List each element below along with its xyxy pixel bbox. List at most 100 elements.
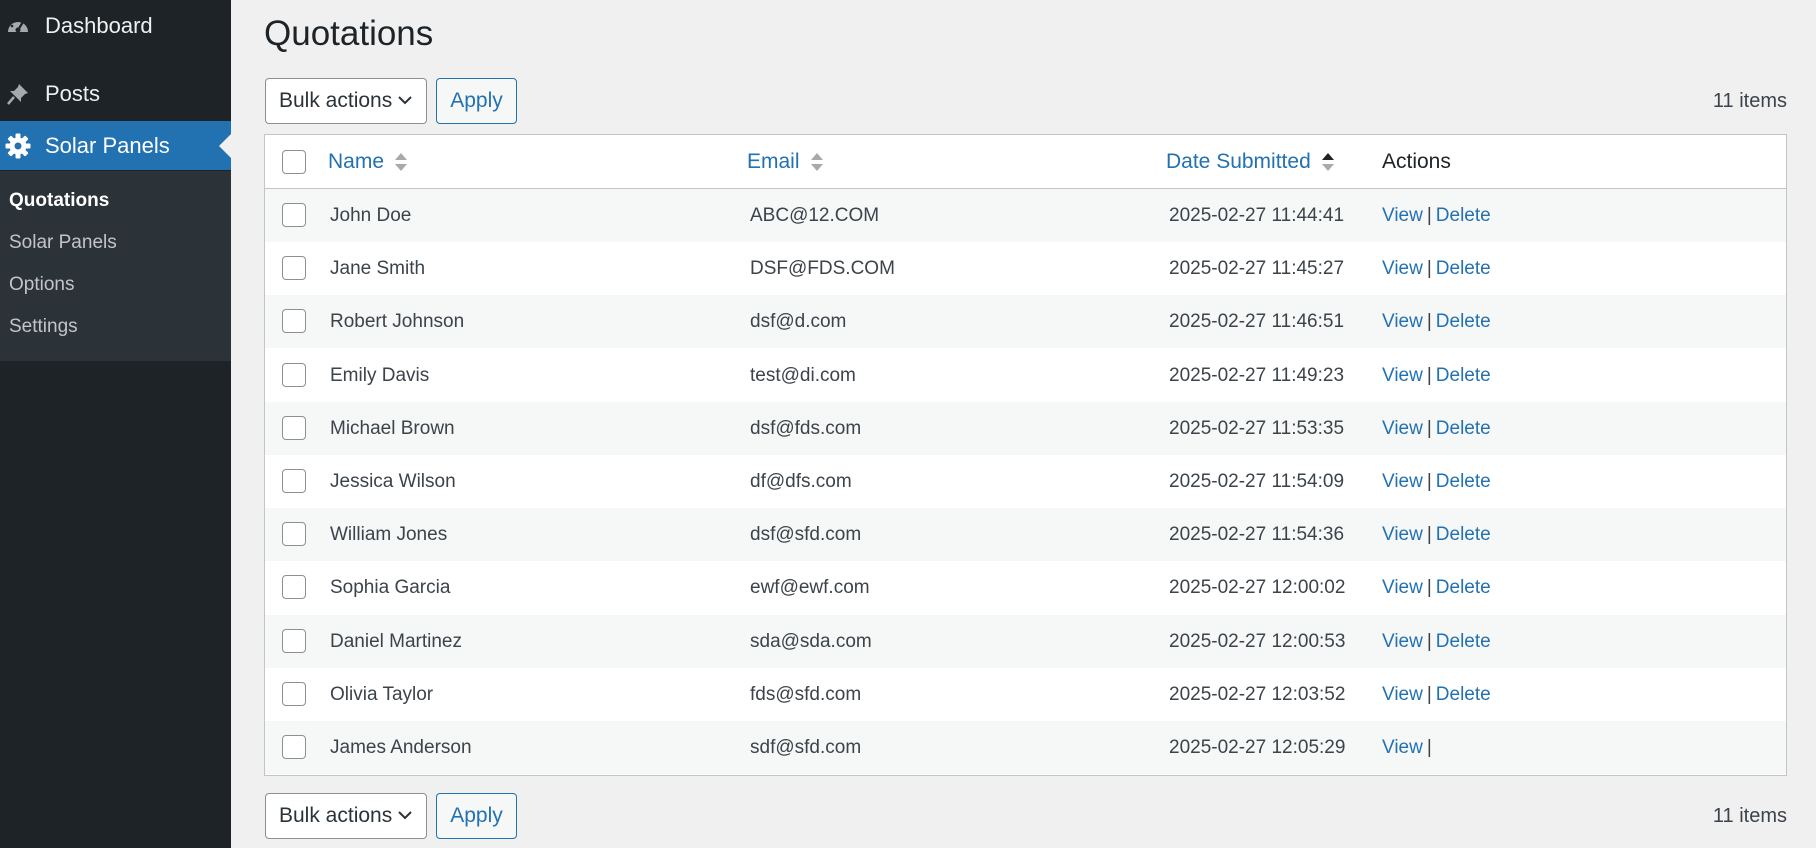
row-checkbox[interactable] (282, 735, 306, 759)
cell-email: sda@sda.com (750, 630, 872, 652)
sidebar-item-posts[interactable]: Posts (0, 70, 231, 118)
table-row: Emily Davis test@di.com 2025-02-27 11:49:2… (265, 349, 1786, 402)
bulk-actions-select[interactable]: Bulk actions (265, 793, 427, 839)
sort-ascending-icon (1321, 151, 1335, 173)
submenu-item-quotations[interactable]: Quotations (9, 190, 109, 212)
row-checkbox[interactable] (282, 256, 306, 281)
cell-name: William Jones (330, 524, 448, 546)
row-checkbox[interactable] (282, 681, 306, 706)
cell-name: John Doe (330, 205, 412, 226)
chevron-down-icon (396, 806, 414, 830)
delete-link[interactable]: Delete (1436, 631, 1491, 652)
cell-date: 2025-02-27 11:44:41 (1169, 205, 1345, 226)
row-checkbox[interactable] (282, 362, 306, 387)
cell-actions: View | Delete (1382, 365, 1491, 387)
view-link[interactable]: View (1382, 631, 1423, 652)
view-link[interactable]: View (1382, 684, 1423, 705)
sidebar-item-label: Solar Panels (45, 132, 170, 158)
column-name-label: Name (328, 150, 385, 173)
cell-name: Jane Smith (330, 258, 426, 280)
table-row: William Jones dsf@sfd.com 2025-02-27 11:54… (265, 508, 1786, 562)
cell-actions: View | Delete (1382, 311, 1491, 333)
delete-link[interactable]: Delete (1436, 524, 1491, 545)
cell-date: 2025-02-27 11:54:09 (1169, 471, 1345, 492)
page-title: Quotations (264, 14, 434, 53)
cell-date: 2025-02-27 12:03:52 (1169, 683, 1346, 705)
column-date-label: Date Submitted (1166, 150, 1311, 173)
delete-link[interactable]: Delete (1436, 684, 1491, 705)
dashboard-icon (0, 8, 36, 44)
cell-email: dsf@sfd.com (750, 524, 862, 546)
row-checkbox[interactable] (282, 415, 306, 440)
delete-link[interactable]: Delete (1436, 418, 1491, 439)
select-all-checkbox[interactable] (282, 150, 306, 174)
delete-link[interactable]: Delete (1436, 471, 1491, 492)
delete-link[interactable]: Delete (1436, 577, 1491, 598)
sidebar-item-label: Posts (45, 81, 101, 106)
apply-button[interactable]: Apply (436, 793, 517, 839)
view-link[interactable]: View (1382, 577, 1423, 598)
view-link[interactable]: View (1382, 471, 1423, 492)
cell-actions: View | (1382, 737, 1436, 759)
cell-email: fds@sfd.com (750, 683, 862, 705)
row-checkbox[interactable] (282, 575, 306, 600)
apply-button[interactable]: Apply (436, 78, 517, 124)
view-link[interactable]: View (1382, 365, 1423, 386)
sort-icon (810, 151, 824, 173)
delete-link[interactable]: Delete (1436, 205, 1491, 226)
sidebar-item-solar-panels[interactable]: Solar Panels (0, 121, 231, 170)
row-checkbox[interactable] (282, 309, 306, 334)
bulk-actions-select[interactable]: Bulk actions (265, 78, 427, 124)
table-row: John Doe ABC@12.COM 2025-02-27 11:44:41 Vie… (265, 189, 1786, 242)
row-checkbox[interactable] (282, 469, 306, 493)
submenu-item-options[interactable]: Options (9, 274, 74, 296)
sidebar-item-dashboard[interactable]: Dashboard (0, 2, 231, 50)
action-separator: | (1426, 683, 1432, 705)
submenu-item-solar-panels[interactable]: Solar Panels (9, 232, 117, 254)
cell-name: Sophia Garcia (330, 577, 451, 599)
delete-link[interactable]: Delete (1436, 258, 1491, 279)
table-row: Jessica Wilson df@dfs.com 2025-02-27 11:54… (265, 455, 1786, 508)
view-link[interactable]: View (1382, 311, 1423, 332)
action-separator: | (1426, 258, 1432, 280)
column-date-sort[interactable]: Date Submitted (1166, 150, 1335, 174)
delete-link[interactable]: Delete (1436, 311, 1491, 332)
admin-sidebar: Dashboard Posts Solar Panels Quotations … (0, 0, 231, 848)
table-row: Olivia Taylor fds@sfd.com 2025-02-27 12:03… (265, 668, 1786, 721)
cell-date: 2025-02-27 12:00:02 (1169, 577, 1346, 599)
pin-icon (0, 76, 36, 112)
table-row: Michael Brown dsf@fds.com 2025-02-27 11:53… (265, 401, 1786, 455)
cell-email: DSF@FDS.COM (750, 258, 895, 280)
submenu-item-settings[interactable]: Settings (9, 316, 78, 338)
cell-actions: View | Delete (1382, 258, 1491, 280)
cell-name: Emily Davis (330, 364, 430, 386)
table-header: Name Email Date Submitted Actions (265, 135, 1786, 189)
row-checkbox[interactable] (282, 203, 306, 227)
bulk-actions-label: Bulk actions (279, 804, 393, 827)
cell-actions: View | Delete (1382, 631, 1491, 653)
tablenav-top: Bulk actions Apply 11 items (265, 78, 1787, 126)
cell-email: dsf@fds.com (750, 417, 862, 439)
cell-name: Jessica Wilson (330, 471, 456, 492)
delete-link[interactable]: Delete (1436, 365, 1491, 386)
row-checkbox[interactable] (282, 628, 306, 653)
column-name-sort[interactable]: Name (328, 150, 408, 174)
view-link[interactable]: View (1382, 258, 1423, 279)
view-link[interactable]: View (1382, 205, 1423, 226)
cell-email: sdf@sfd.com (750, 737, 862, 758)
table-row: Sophia Garcia ewf@ewf.com 2025-02-27 12:00… (265, 561, 1786, 614)
cell-actions: View | Delete (1382, 684, 1491, 706)
column-email-sort[interactable]: Email (747, 150, 824, 174)
sidebar-item-label: Dashboard (45, 13, 153, 38)
row-checkbox[interactable] (282, 522, 306, 547)
view-link[interactable]: View (1382, 737, 1423, 758)
view-link[interactable]: View (1382, 418, 1423, 439)
cell-date: 2025-02-27 11:49:23 (1169, 364, 1345, 386)
cell-date: 2025-02-27 11:54:36 (1169, 524, 1345, 546)
action-separator: | (1426, 311, 1432, 333)
cell-date: 2025-02-27 12:05:29 (1169, 737, 1346, 758)
cell-actions: View | Delete (1382, 524, 1491, 546)
cell-date: 2025-02-27 12:00:53 (1169, 630, 1346, 652)
action-separator: | (1426, 524, 1432, 546)
view-link[interactable]: View (1382, 524, 1423, 545)
